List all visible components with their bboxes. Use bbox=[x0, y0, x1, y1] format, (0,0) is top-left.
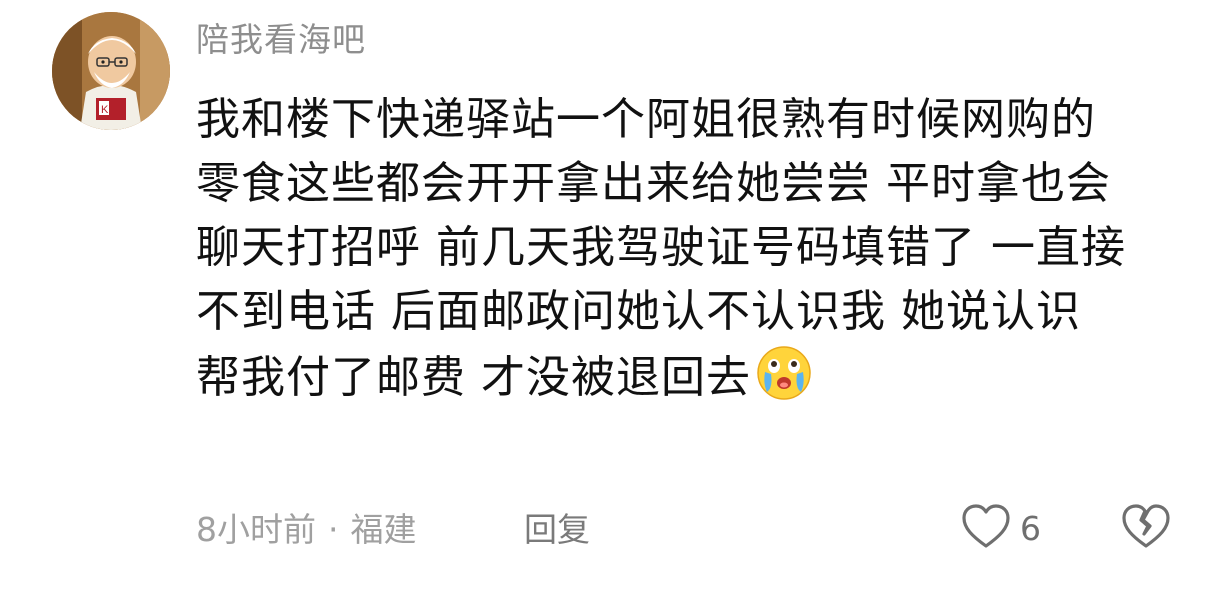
meta-separator: · bbox=[328, 510, 339, 549]
heart-outline-icon bbox=[960, 502, 1012, 554]
comment-text: 我和楼下快递驿站一个阿姐很熟有时候网购的 零食这些都会开开拿出来给她尝尝 平时拿… bbox=[196, 88, 1196, 408]
comment-time: 8小时前 bbox=[196, 510, 316, 549]
avatar[interactable]: K bbox=[52, 12, 170, 130]
svg-text:K: K bbox=[101, 104, 109, 116]
broken-heart-icon bbox=[1118, 504, 1174, 556]
comment-location: 福建 bbox=[350, 510, 417, 549]
username[interactable]: 陪我看海吧 bbox=[196, 18, 366, 62]
like-count: 6 bbox=[1020, 508, 1041, 548]
reply-button[interactable]: 回复 bbox=[524, 506, 590, 554]
comment-item: K 陪我看海吧 我和楼下快递驿站一个阿姐很熟有时候网购的 零食这些都会开开拿出来… bbox=[0, 0, 1229, 597]
comment-line-text: 帮我付了邮费 才没被退回去 bbox=[196, 352, 751, 403]
comment-line-last: 帮我付了邮费 才没被退回去 bbox=[196, 344, 1196, 408]
comment-line: 不到电话 后面邮政问她认不认识我 她说认识 bbox=[196, 286, 1081, 337]
comment-line: 零食这些都会开开拿出来给她尝尝 平时拿也会 bbox=[196, 158, 1111, 209]
comment-meta: 8小时前 · 福建 bbox=[196, 506, 417, 554]
comment-line: 聊天打招呼 前几天我驾驶证号码填错了 一直接 bbox=[196, 222, 1126, 273]
avatar-figurine-icon: K bbox=[52, 12, 170, 130]
crying-laughing-face-icon bbox=[755, 344, 813, 402]
dislike-button[interactable] bbox=[1118, 500, 1174, 556]
comment-line: 我和楼下快递驿站一个阿姐很熟有时候网购的 bbox=[196, 94, 1096, 145]
like-button[interactable]: 6 bbox=[960, 500, 1041, 556]
